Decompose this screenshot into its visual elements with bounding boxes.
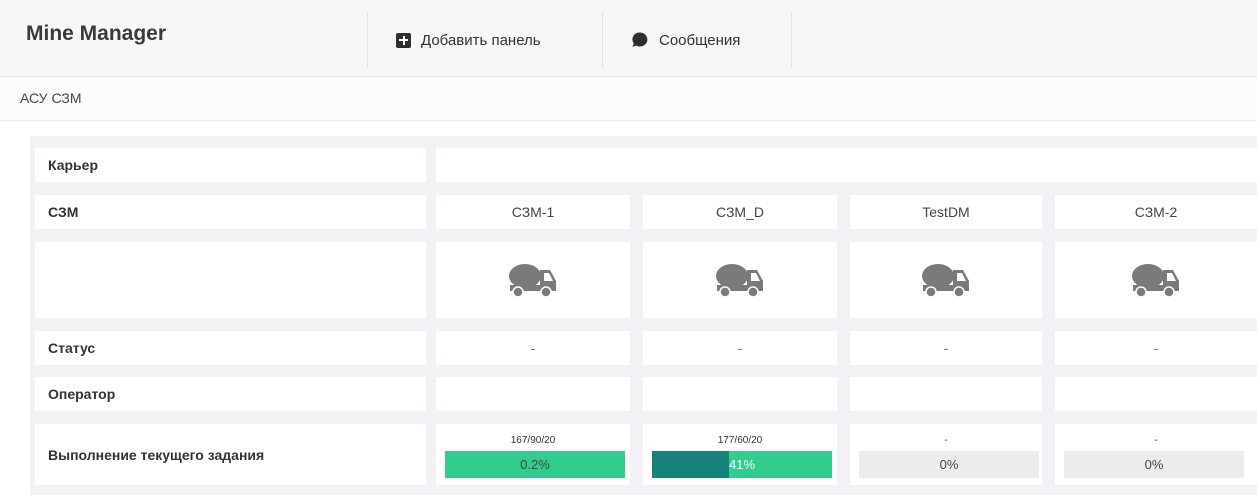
task-counts: - [944,435,948,446]
add-panel-button[interactable]: Добавить панель [367,12,602,68]
app-title: Mine Manager [26,22,167,45]
messages-label: Сообщения [659,31,741,49]
progress-percent: 0.2% [520,457,550,472]
row-label-status: Статус [35,331,426,365]
add-panel-label: Добавить панель [421,31,541,49]
progress-bar: 0% [1064,451,1244,478]
task-counts: - [1154,435,1158,446]
messages-button[interactable]: Сообщения [602,12,792,68]
machine-icon-cell-4[interactable] [1055,242,1257,318]
add-square-icon [396,32,411,48]
row-label-quarry: Карьер [35,148,426,182]
concrete-mixer-truck-icon [1132,264,1179,298]
progress-percent: 0% [1144,457,1164,472]
progress-bar: 41% [652,451,832,478]
quarry-value [436,148,1257,182]
operator-value-1 [436,377,630,411]
machine-name-3[interactable]: TestDM [850,195,1042,229]
machine-icon-cell-3[interactable] [850,242,1042,318]
operator-value-4 [1055,377,1257,411]
concrete-mixer-truck-icon [509,264,556,298]
breadcrumb[interactable]: АСУ СЗМ [20,90,82,106]
operator-value-2 [643,377,837,411]
top-bar: Mine Manager Добавить панель Сообщения [0,0,1257,77]
machines-panel: Карьер СЗМ СЗМ-1 СЗМ_D TestDM СЗМ-2 Стат… [30,136,1257,495]
row-label-icon [35,242,426,318]
row-label-operator: Оператор [35,377,426,411]
concrete-mixer-truck-icon [922,264,969,298]
concrete-mixer-truck-icon [716,264,763,298]
status-value-4: - [1055,331,1257,365]
machine-name-2[interactable]: СЗМ_D [643,195,837,229]
status-value-3: - [850,331,1042,365]
progress-cell-3: - 0% [850,424,1042,485]
progress-percent: 41% [728,457,756,472]
row-label-machine: СЗМ [35,195,426,229]
machine-icon-cell-2[interactable] [643,242,837,318]
operator-value-3 [850,377,1042,411]
machine-icon-cell-1[interactable] [436,242,630,318]
progress-cell-4: - 0% [1055,424,1257,485]
task-counts: 177/60/20 [717,435,763,446]
status-value-1: - [436,331,630,365]
progress-cell-2: 177/60/20 41% [643,424,837,485]
machine-name-4[interactable]: СЗМ-2 [1055,195,1257,229]
progress-cell-1: 167/90/20 0.2% [436,424,630,485]
breadcrumb-bar: АСУ СЗМ [0,77,1257,121]
task-counts: 167/90/20 [510,435,556,446]
progress-bar: 0% [859,451,1039,478]
progress-percent: 0% [939,457,959,472]
machine-name-1[interactable]: СЗМ-1 [436,195,630,229]
progress-bar: 0.2% [445,451,625,478]
row-label-progress: Выполнение текущего задания [35,424,426,485]
chat-bubble-icon [632,32,648,47]
status-value-2: - [643,331,837,365]
